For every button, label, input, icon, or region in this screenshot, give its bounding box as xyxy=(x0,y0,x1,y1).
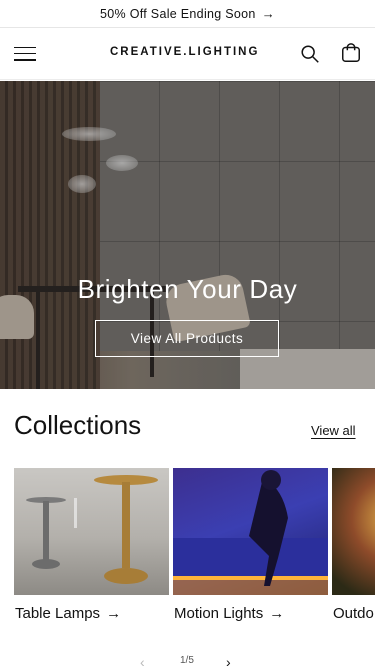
hero-heading: Brighten Your Day xyxy=(77,274,298,304)
table-lamps-image[interactable] xyxy=(14,468,169,595)
outdoor-lights-image[interactable] xyxy=(332,468,375,595)
chevron-left-icon[interactable]: ‹ xyxy=(140,654,145,670)
site-header: CREATIVE.LIGHTING xyxy=(0,28,375,80)
announcement-text[interactable]: 50% Off Sale Ending Soon xyxy=(100,7,256,21)
arrow-right-icon: → xyxy=(261,6,275,21)
chevron-right-icon[interactable]: › xyxy=(226,654,231,670)
collections-heading: Collections xyxy=(14,410,142,440)
table-lamps-illustration xyxy=(26,475,158,584)
collection-card-table-lamps[interactable]: Table Lamps → xyxy=(14,468,169,622)
collection-card-label[interactable]: Outdo xyxy=(333,605,374,622)
pagination-counter: 1/5 xyxy=(180,655,194,666)
search-icon[interactable] xyxy=(299,43,321,65)
collection-title-table-lamps[interactable]: Table Lamps xyxy=(15,605,100,622)
collection-card-label[interactable]: Motion Lights → xyxy=(174,605,284,622)
motion-lights-illustration xyxy=(173,470,328,595)
collections-carousel[interactable]: Table Lamps → Motion Lights → Outdo xyxy=(14,468,375,628)
view-all-products-button[interactable]: View All Products xyxy=(95,320,279,357)
arrow-right-icon: → xyxy=(269,605,285,622)
hero-banner: Brighten Your Day View All Products xyxy=(0,81,375,389)
collection-card-motion-lights[interactable]: Motion Lights → xyxy=(173,468,328,622)
motion-lights-image[interactable] xyxy=(173,468,328,595)
collection-title-outdoor[interactable]: Outdo xyxy=(333,605,374,622)
collection-card-label[interactable]: Table Lamps → xyxy=(15,605,121,622)
arrow-right-icon: → xyxy=(106,605,122,622)
site-logo[interactable]: CREATIVE.LIGHTING xyxy=(110,46,259,58)
shopping-bag-icon[interactable] xyxy=(340,42,362,64)
collection-card-outdoor[interactable]: Outdo xyxy=(332,468,375,622)
hamburger-menu-icon[interactable] xyxy=(14,43,36,65)
announcement-bar[interactable]: 50% Off Sale Ending Soon → xyxy=(0,0,375,28)
collection-title-motion-lights[interactable]: Motion Lights xyxy=(174,605,263,622)
view-all-link[interactable]: View all xyxy=(311,423,356,438)
